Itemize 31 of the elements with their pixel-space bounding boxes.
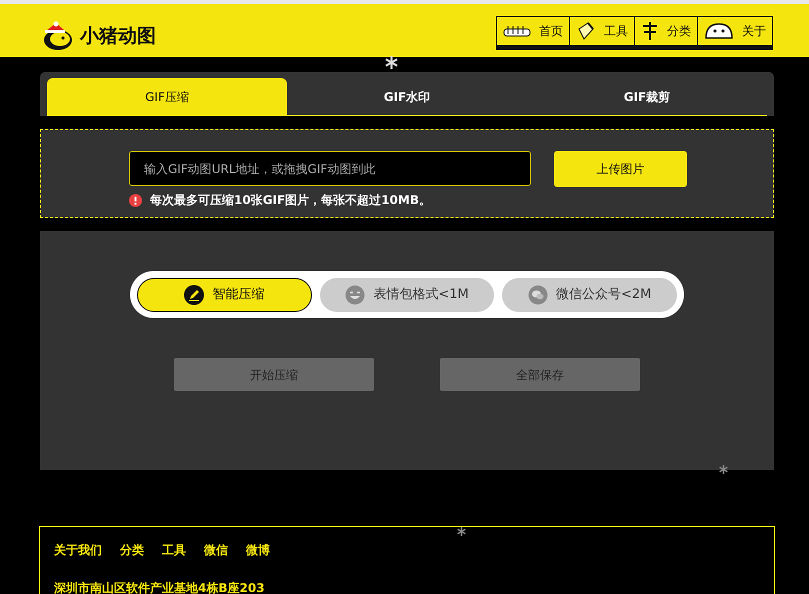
tab[interactable]: GIF裁剪: [527, 78, 767, 115]
footer-link[interactable]: 微信: [204, 541, 228, 559]
url-input-field[interactable]: 输入GIF动图URL地址，或拖拽GIF动图到此: [129, 151, 531, 186]
mode-option[interactable]: 表情包格式<1M: [320, 278, 494, 312]
upload-limit-notice: 每次最多可压缩10张GIF图片，每张不超过10MB。: [150, 192, 431, 209]
chat-bubbles-icon: [528, 284, 548, 304]
nav-link[interactable]: 分类: [635, 17, 698, 45]
nav-link[interactable]: 首页: [497, 17, 570, 45]
fence-icon: [503, 25, 531, 37]
mode-option[interactable]: 智能压缩: [137, 278, 312, 312]
snowflake-icon: [385, 56, 398, 69]
snowflake-icon: [457, 527, 466, 536]
upload-button[interactable]: 上传图片: [554, 151, 687, 187]
laughing-face-icon: [345, 284, 366, 304]
mode-option[interactable]: 微信公众号<2M: [502, 278, 678, 312]
tab[interactable]: GIF水印: [287, 78, 527, 115]
footer-link[interactable]: 微博: [246, 541, 270, 559]
signpost-icon: [641, 21, 659, 41]
warning-icon: [129, 194, 142, 206]
logo-text[interactable]: 小猪动图: [80, 22, 156, 50]
nav-link[interactable]: 工具: [570, 17, 635, 45]
footer-link[interactable]: 分类: [120, 541, 144, 559]
nav-link[interactable]: 关于: [698, 17, 772, 45]
footer-link[interactable]: 工具: [162, 541, 186, 559]
blob-face-icon: [704, 22, 734, 40]
address-text: 深圳市南山区软件产业基地4栋B座203: [54, 580, 266, 594]
shovel-icon: [576, 21, 596, 41]
footer-link[interactable]: 关于我们: [54, 541, 102, 559]
tab[interactable]: GIF压缩: [47, 78, 287, 115]
snowflake-icon: [719, 465, 728, 474]
pencil-icon: [184, 284, 204, 304]
